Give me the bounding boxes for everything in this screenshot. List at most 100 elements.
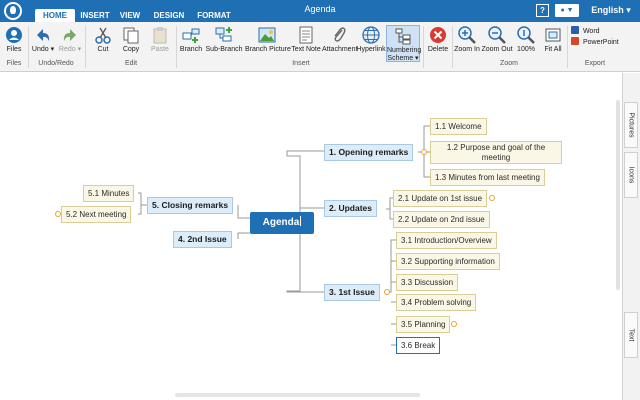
connector-closing-subtopics — [138, 192, 147, 215]
branch-picture-button[interactable]: Branch Picture — [245, 25, 291, 59]
powerpoint-icon — [571, 37, 579, 45]
horizontal-scrollbar-thumb[interactable] — [175, 393, 420, 397]
collapse-handle[interactable] — [55, 211, 61, 217]
numbering-label-line-1: Numbering — [387, 47, 422, 54]
undo-button[interactable]: Undo ▾ — [31, 25, 55, 59]
topic-second-issue[interactable]: 4. 2nd Issue — [173, 231, 232, 248]
group-separator — [423, 26, 424, 68]
help-button[interactable]: ? — [536, 4, 549, 17]
collapse-handle[interactable] — [384, 289, 390, 295]
side-tab-text[interactable]: Text — [624, 312, 638, 358]
fit-all-label: Fit All — [544, 46, 562, 53]
subtopic-discussion[interactable]: 3.3 Discussion — [396, 274, 459, 291]
delete-label: Delete — [427, 46, 449, 53]
topic-opening-remarks[interactable]: 1. Opening remarks — [324, 144, 414, 161]
fit-all-icon — [543, 25, 563, 45]
topic-first-issue[interactable]: 3. 1st Issue — [324, 284, 380, 301]
subtopic-next-meeting[interactable]: 5.2 Next meeting — [61, 206, 132, 223]
fit-all-button[interactable]: Fit All — [541, 25, 565, 59]
topic-updates[interactable]: 2. Updates — [324, 200, 377, 217]
tab-view[interactable]: VIEW — [115, 9, 145, 22]
hyperlink-button[interactable]: Hyperlink — [356, 25, 386, 59]
subtopic-update-1[interactable]: 2.1 Update on 1st issue — [393, 190, 488, 207]
zoom-100-icon — [516, 25, 536, 45]
subtopic-minutes-last[interactable]: 1.3 Minutes from last meeting — [430, 169, 545, 186]
connector-minutes-last — [418, 151, 430, 178]
collapse-handle[interactable] — [489, 195, 495, 201]
attachment-label: Attachment — [322, 46, 358, 53]
topic-closing-remarks[interactable]: 5. Closing remarks — [147, 197, 234, 214]
subtopic-welcome[interactable]: 1.1 Welcome — [430, 118, 487, 135]
central-topic-label: Agenda — [262, 217, 300, 228]
paste-icon — [150, 25, 170, 45]
cut-button[interactable]: Cut — [92, 25, 114, 59]
paste-label: Paste — [151, 46, 169, 53]
undo-icon — [33, 25, 53, 45]
redo-button[interactable]: Redo ▾ — [58, 25, 82, 59]
side-tab-pictures[interactable]: Pictures — [624, 102, 638, 148]
group-label-export: Export — [584, 60, 606, 67]
tab-home[interactable]: HOME — [35, 9, 75, 22]
subtopic-supporting-info[interactable]: 3.2 Supporting information — [396, 253, 500, 270]
vertical-scrollbar-thumb[interactable] — [616, 100, 620, 290]
zoom-in-button[interactable]: Zoom In — [454, 25, 480, 59]
zoom-out-icon — [487, 25, 507, 45]
export-word-button[interactable]: Word — [571, 26, 600, 36]
collapse-handle[interactable] — [421, 149, 427, 155]
group-label-insert: Insert — [292, 60, 310, 67]
connector-second-issue — [237, 232, 250, 239]
subtopic-update-2[interactable]: 2.2 Update on 2nd issue — [393, 211, 490, 228]
sub-branch-button[interactable]: Sub-Branch — [205, 25, 243, 59]
files-button[interactable]: Files — [3, 25, 25, 59]
attachment-button[interactable]: Attachment — [322, 25, 358, 59]
text-cursor — [300, 216, 302, 226]
group-label-edit: Edit — [124, 60, 138, 67]
tab-design[interactable]: DESIGN — [148, 9, 190, 22]
export-powerpoint-button[interactable]: PowerPoint — [571, 37, 619, 47]
tab-insert[interactable]: INSERT — [77, 9, 113, 22]
side-tab-text-label: Text — [627, 328, 635, 342]
central-topic[interactable]: Agenda — [250, 212, 314, 234]
numbering-scheme-button[interactable]: Numbering Scheme ▾ — [386, 25, 422, 62]
subtopic-introduction[interactable]: 3.1 Introduction/Overview — [396, 232, 497, 249]
files-icon — [4, 25, 24, 45]
tab-format[interactable]: FORMAT — [192, 9, 236, 22]
text-note-button[interactable]: Text Note — [290, 25, 322, 59]
export-word-label: Word — [582, 28, 600, 35]
delete-button[interactable]: Delete — [426, 25, 450, 59]
branch-button[interactable]: Branch — [179, 25, 203, 59]
delete-icon — [428, 25, 448, 45]
ribbon: Files Files Undo ▾ Redo ▾ Undo/Redo Cut … — [0, 22, 640, 72]
branch-icon — [181, 25, 201, 45]
app-logo-icon[interactable] — [4, 2, 22, 20]
user-menu-chevron: ▼ — [566, 7, 574, 14]
subtopic-break[interactable]: 3.6 Break — [396, 337, 441, 354]
subtopic-problem-solving[interactable]: 3.4 Problem solving — [396, 294, 477, 311]
subtopic-minutes[interactable]: 5.1 Minutes — [83, 185, 135, 202]
zoom-100-button[interactable]: 100% — [515, 25, 537, 59]
subtopic-purpose[interactable]: 1.2 Purpose and goal of the meeting — [430, 141, 562, 164]
language-select[interactable]: English ▾ — [585, 3, 637, 18]
zoom-out-button[interactable]: Zoom Out — [481, 25, 513, 59]
chevron-down-icon: ▾ — [626, 5, 631, 15]
redo-label: Redo ▾ — [58, 46, 82, 53]
collapse-handle[interactable] — [451, 321, 457, 327]
language-label: English — [591, 5, 624, 15]
paste-button[interactable]: Paste — [148, 25, 172, 59]
paperclip-icon — [329, 25, 349, 45]
title-bar: HOME INSERT VIEW DESIGN FORMAT Agenda ? … — [0, 0, 640, 22]
mindmap-canvas[interactable]: Agenda 1. Opening remarks 2. Updates 3. … — [0, 73, 640, 400]
word-icon — [571, 26, 579, 34]
numbering-icon — [393, 26, 413, 46]
export-powerpoint-label: PowerPoint — [582, 39, 619, 46]
user-account-button[interactable]: ● ▼ — [555, 4, 579, 17]
subtopic-planning[interactable]: 3.5 Planning — [396, 316, 451, 333]
side-tab-icons[interactable]: Icons — [624, 152, 638, 198]
connector-opening — [286, 150, 324, 212]
user-icon: ● — [560, 7, 565, 14]
group-label-undo-redo: Undo/Redo — [38, 60, 74, 67]
redo-icon — [60, 25, 80, 45]
connector-update-2 — [386, 208, 393, 220]
branch-picture-label: Branch Picture — [245, 46, 291, 53]
copy-button[interactable]: Copy — [119, 25, 143, 59]
